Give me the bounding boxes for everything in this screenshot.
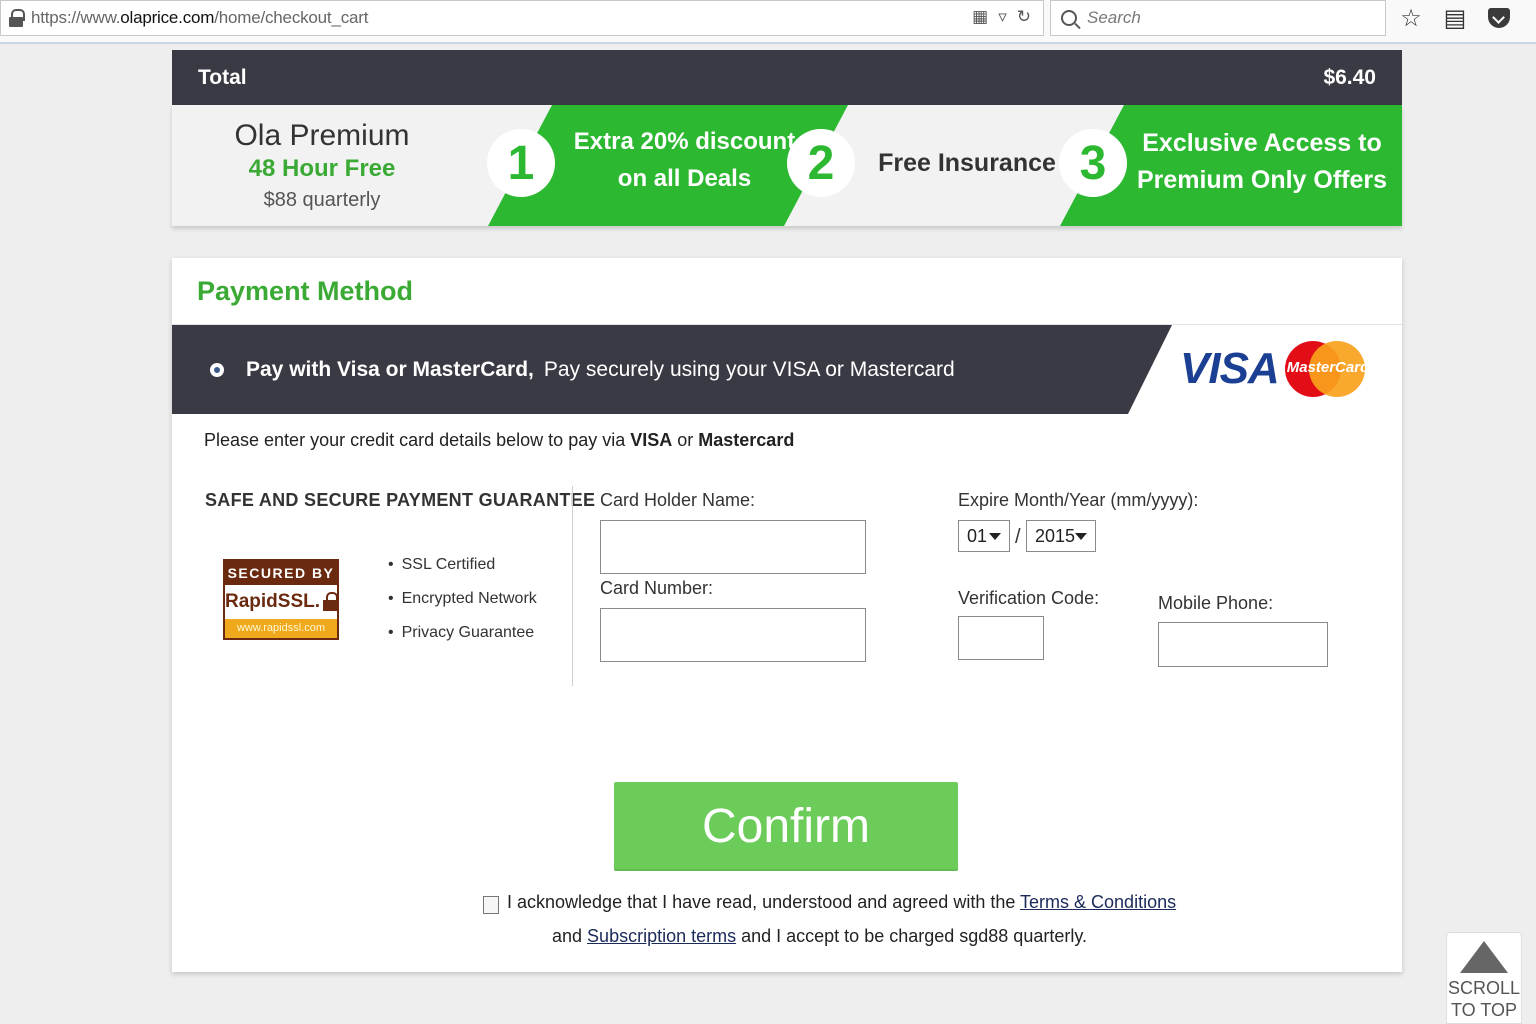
acknowledge-text-2b: and I accept to be charged sgd88 quarter…: [736, 926, 1088, 946]
search-placeholder: Search: [1087, 8, 1141, 27]
url-prefix: https://www.: [31, 8, 121, 27]
reader-icon[interactable]: ▦: [972, 7, 988, 27]
guarantee-item: Privacy Guarantee: [388, 624, 537, 658]
deal-number-1: 1: [487, 129, 555, 197]
browser-toolbar: https://www.olaprice.com/home/checkout_c…: [0, 0, 1536, 44]
scroll-label-line1: SCROLL: [1447, 978, 1521, 998]
deal-2-text: Free Insurance: [878, 149, 1056, 177]
premium-title: Ola Premium: [234, 119, 410, 152]
premium-price: $88 quarterly: [263, 189, 381, 211]
pay-option-card[interactable]: Pay with Visa or MasterCard, Pay securel…: [172, 325, 1402, 414]
url-domain: olaprice.com: [120, 8, 215, 27]
pay-option-desc: Pay securely using your VISA or Masterca…: [543, 357, 955, 381]
acknowledge-text: I acknowledge that I have read, understo…: [507, 892, 1176, 913]
guarantee-title: SAFE AND SECURE PAYMENT GUARANTEE: [205, 490, 596, 510]
ssl-badge-url: www.rapidssl.com: [225, 619, 337, 638]
card-instructions: Please enter your credit card details be…: [204, 430, 794, 451]
vertical-divider: [572, 486, 573, 686]
pay-option-bar[interactable]: Pay with Visa or MasterCard, Pay securel…: [172, 325, 1172, 414]
pocket-icon: [1488, 8, 1510, 28]
premium-banner[interactable]: Ola Premium 48 Hour Free $88 quarterly 1…: [172, 105, 1402, 226]
browser-nav-icons: ☆ ▤: [1398, 4, 1512, 35]
acknowledge-text-1: I acknowledge that I have read, understo…: [507, 892, 1021, 912]
mobile-phone-input[interactable]: [1158, 622, 1328, 667]
pocket-icon-button[interactable]: [1486, 4, 1512, 35]
instructions-visa: VISA: [630, 430, 673, 450]
instructions-or: or: [672, 430, 699, 450]
total-amount: $6.40: [1323, 65, 1376, 89]
deal-number-3: 3: [1059, 129, 1127, 197]
expire-separator: /: [1015, 526, 1021, 548]
instructions-text: Please enter your credit card details be…: [204, 430, 631, 450]
pay-option-radio[interactable]: [210, 362, 224, 377]
guarantee-item: SSL Certified: [388, 556, 537, 590]
mobile-phone-label: Mobile Phone:: [1158, 593, 1274, 613]
mastercard-logo: MasterCard: [1284, 341, 1370, 397]
card-holder-input[interactable]: [600, 520, 866, 574]
lock-icon[interactable]: [9, 9, 25, 27]
payment-panel: Payment Method Pay with Visa or MasterCa…: [172, 258, 1402, 972]
acknowledge-text-line2: and Subscription terms and I accept to b…: [552, 926, 1087, 947]
card-number-input[interactable]: [600, 608, 866, 662]
expire-year-value: 2015: [1035, 525, 1076, 546]
deal-1-text: Extra 20% discount on all Deals: [562, 123, 807, 197]
payment-title: Payment Method: [197, 276, 414, 306]
confirm-button[interactable]: Confirm: [614, 782, 958, 871]
pay-option-label: Pay with Visa or MasterCard,: [246, 357, 534, 381]
search-icon: [1061, 10, 1077, 26]
url-tools: ▦ ▿ ↻: [972, 7, 1031, 27]
ssl-badge-brand: RapidSSL.: [225, 585, 339, 619]
instructions-mastercard: Mastercard: [698, 430, 795, 450]
visa-logo: VISA: [1180, 344, 1280, 393]
scroll-label-line2: TO TOP: [1450, 1000, 1518, 1020]
url-path: /home/checkout_cart: [214, 8, 369, 27]
deal-1-line1: Extra 20% discount: [573, 128, 796, 155]
card-holder-label: Card Holder Name:: [600, 490, 756, 510]
deal-3-text: Exclusive Access to Premium Only Offers: [1132, 125, 1392, 199]
expire-month-value: 01: [967, 525, 988, 546]
scroll-to-top-label: SCROLL TO TOP: [1447, 977, 1521, 1021]
mastercard-wordmark: MasterCard: [1286, 359, 1370, 376]
terms-checkbox[interactable]: [483, 896, 499, 914]
reload-icon[interactable]: ↻: [1017, 7, 1031, 27]
guarantee-list: SSL Certified Encrypted Network Privacy …: [388, 556, 537, 658]
card-number-label: Card Number:: [600, 578, 714, 598]
verification-code-label: Verification Code:: [958, 588, 1100, 608]
chevron-down-icon: [989, 532, 1001, 540]
browser-search[interactable]: Search: [1050, 0, 1386, 36]
acknowledge-text-2a: and: [552, 926, 588, 946]
expire-label: Expire Month/Year (mm/yyyy):: [958, 490, 1199, 510]
padlock-icon: [323, 592, 339, 612]
total-label: Total: [198, 65, 247, 89]
premium-subtitle: 48 Hour Free: [248, 155, 396, 182]
ssl-badge-top: SECURED BY: [227, 565, 335, 581]
address-bar[interactable]: https://www.olaprice.com/home/checkout_c…: [0, 0, 1044, 36]
guarantee-item: Encrypted Network: [388, 590, 537, 624]
deal-number-2: 2: [787, 129, 855, 197]
dropdown-icon[interactable]: ▿: [998, 7, 1007, 27]
rapidssl-badge[interactable]: SECURED BY RapidSSL. www.rapidssl.com: [223, 559, 339, 640]
verification-code-input[interactable]: [958, 616, 1044, 660]
chevron-down-icon: [1075, 532, 1088, 540]
subscription-terms-link[interactable]: Subscription terms: [587, 926, 736, 946]
expire-month-select[interactable]: 01: [958, 520, 1010, 552]
expire-year-select[interactable]: 2015: [1026, 520, 1096, 552]
ssl-brand-text: RapidSSL.: [225, 591, 321, 612]
list-icon[interactable]: ▤: [1442, 4, 1468, 35]
url-text[interactable]: https://www.olaprice.com/home/checkout_c…: [31, 8, 368, 28]
deal-1-line2: on all Deals: [617, 165, 752, 192]
deal-3-line1: Exclusive Access to: [1142, 129, 1382, 157]
terms-link[interactable]: Terms & Conditions: [1020, 892, 1176, 912]
star-icon[interactable]: ☆: [1398, 4, 1424, 35]
arrow-up-icon: [1460, 941, 1508, 973]
total-bar: Total $6.40: [172, 50, 1402, 105]
premium-info: Ola Premium 48 Hour Free $88 quarterly: [172, 105, 472, 226]
deal-3-line2: Premium Only Offers: [1136, 166, 1388, 194]
card-logos: VISA MasterCard: [1180, 341, 1370, 397]
scroll-to-top-button[interactable]: SCROLL TO TOP: [1446, 932, 1522, 1024]
